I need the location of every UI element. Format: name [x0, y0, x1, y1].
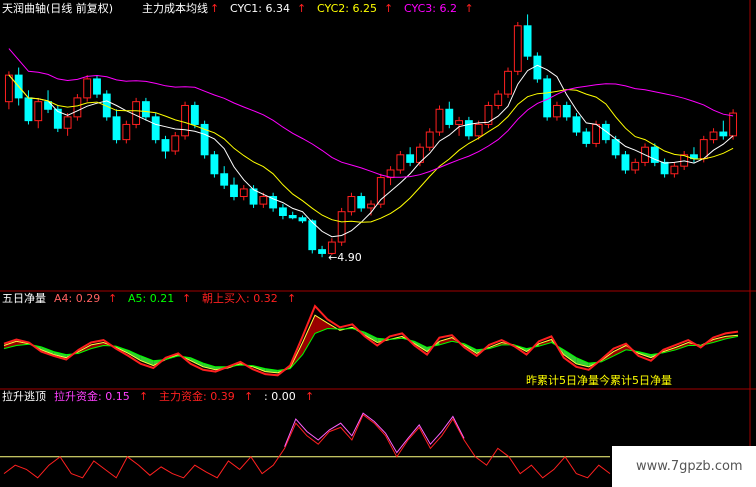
- candle-body: [171, 135, 180, 152]
- candle-body: [288, 215, 297, 219]
- candle-body: [122, 123, 131, 141]
- candle-body: [181, 104, 189, 137]
- legend-item-1: 主力资金: 0.39: [159, 389, 235, 403]
- candle-body: [435, 108, 444, 133]
- candle-body: [504, 70, 512, 95]
- main-funds-line: [3, 414, 611, 479]
- legend-arrow: ↑: [244, 390, 253, 403]
- legend-item-0: A4: 0.29: [54, 292, 100, 305]
- candle-body: [34, 101, 43, 122]
- legend-item-2: : 0.00: [264, 390, 296, 403]
- candle-body: [494, 93, 503, 106]
- candle-body: [553, 104, 561, 118]
- candle-body: [621, 154, 630, 171]
- legend-item-0: 主力成本均线: [142, 1, 208, 15]
- candle-body: [24, 97, 33, 122]
- candle-body: [298, 217, 307, 222]
- candle-body: [582, 131, 591, 144]
- candle-body: [73, 97, 82, 118]
- legend-arrow: ↑: [210, 2, 219, 15]
- candle-body: [112, 116, 121, 141]
- candle-body: [562, 104, 571, 118]
- candle-body: [230, 184, 238, 198]
- candle-body: [141, 101, 150, 118]
- candle-body: [592, 123, 601, 144]
- candle-body: [425, 131, 434, 148]
- lift-funds-line: [284, 412, 465, 454]
- candle-body: [719, 131, 728, 137]
- legend-item-3: CYC3: 6.2: [404, 2, 457, 15]
- candle-body: [523, 25, 532, 57]
- legend-arrow: ↑: [108, 292, 117, 305]
- candle-body: [278, 207, 287, 216]
- candle-body: [318, 249, 326, 254]
- candle-body: [660, 161, 669, 175]
- lift-title: 拉升逃顶: [2, 389, 46, 403]
- candle-body: [83, 78, 92, 99]
- candle-body: [445, 108, 454, 125]
- candle-body: [406, 154, 415, 163]
- series-line-朝上买入: [3, 304, 739, 377]
- candle-body: [709, 131, 718, 141]
- candle-body: [161, 139, 170, 152]
- legend-arrow: ↑: [287, 292, 296, 305]
- candle-body: [513, 25, 522, 72]
- candle-body: [572, 116, 581, 133]
- legend-arrow: ↑: [465, 2, 474, 15]
- legend-item-0: 拉升资金: 0.15: [54, 389, 130, 403]
- candle-body: [601, 123, 610, 141]
- candle-body: [533, 55, 542, 80]
- candle-body: [367, 203, 375, 209]
- series-line-A4: [3, 314, 739, 374]
- candle-body: [259, 196, 268, 205]
- legend-arrow: ↑: [305, 390, 314, 403]
- watermark-text: www.7gpzb.com: [636, 459, 743, 474]
- candle-body: [464, 120, 473, 137]
- candle-body: [132, 101, 141, 125]
- candle-body: [474, 123, 483, 137]
- candle-body: [63, 116, 72, 129]
- legend-arrow: ↑: [384, 2, 393, 15]
- candle-body: [220, 173, 229, 186]
- candle-body: [729, 112, 738, 137]
- low-price-label: ←4.90: [328, 251, 362, 264]
- legend-item-1: A5: 0.21: [128, 292, 174, 305]
- legend-arrow: ↑: [139, 390, 148, 403]
- candle-body: [4, 74, 13, 103]
- candle-body: [337, 211, 346, 243]
- candle-body: [151, 116, 160, 141]
- candle-body: [670, 165, 679, 175]
- candle-body: [347, 196, 356, 213]
- candle-body: [611, 139, 620, 156]
- candle-body: [455, 120, 464, 125]
- chart-stage: ←4.90 天润曲轴(日线 前复权) 主力成本均线 ↑ CYC1: 6.34 ↑ CYC2:…: [0, 0, 756, 487]
- candle-body: [239, 188, 248, 198]
- net-volume-title: 五日净量: [2, 291, 46, 305]
- candle-body: [93, 78, 101, 95]
- net-volume-annotation: 昨累计5日净量今累计5日净量: [526, 373, 672, 387]
- stock-chart-svg: ←4.90天润曲轴(日线 前复权) 主力成本均线 ↑ CYC1: 6.34 ↑ CYC2:…: [0, 0, 756, 487]
- legend-item-2: CYC2: 6.25: [317, 2, 377, 15]
- candle-body: [210, 154, 219, 175]
- legend-item-1: CYC1: 6.34: [230, 2, 290, 15]
- main-title: 天润曲轴(日线 前复权): [2, 1, 113, 15]
- cyc2-line: [8, 74, 734, 223]
- legend-arrow: ↑: [182, 292, 191, 305]
- legend-item-2: 朝上买入: 0.32: [202, 292, 278, 305]
- candle-body: [190, 104, 199, 125]
- candle-body: [396, 154, 405, 171]
- candle-body: [357, 196, 366, 209]
- candle-body: [699, 139, 708, 160]
- legend-arrow: ↑: [297, 2, 306, 15]
- candle-body: [631, 161, 640, 171]
